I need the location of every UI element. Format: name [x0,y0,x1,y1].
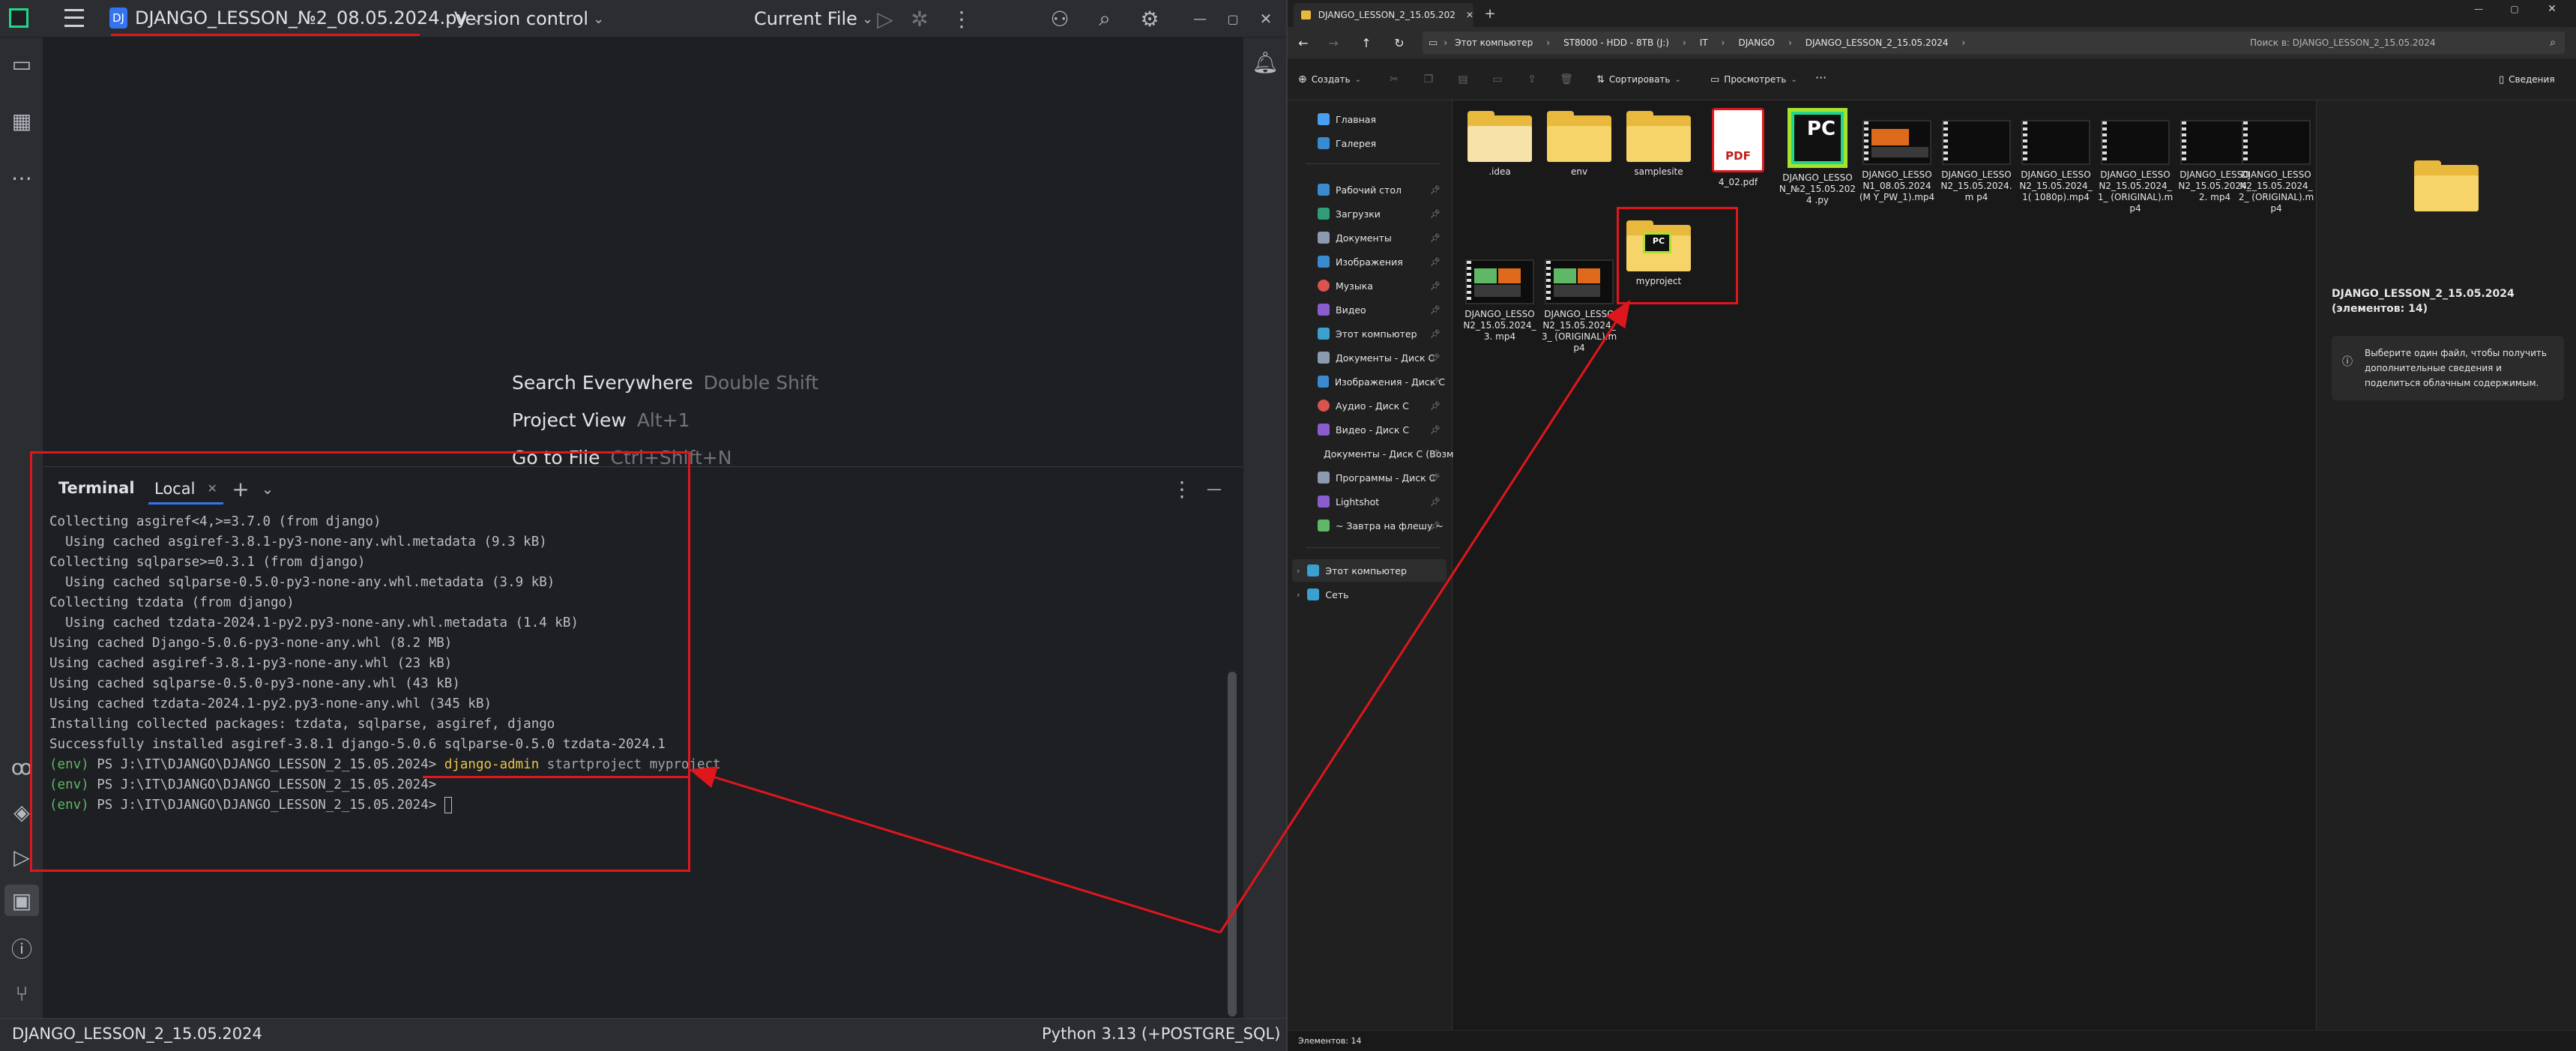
arrow-to-myproject [1219,299,1631,933]
annotation-arrows [689,299,1631,934]
arrow-to-terminal [689,766,1221,934]
